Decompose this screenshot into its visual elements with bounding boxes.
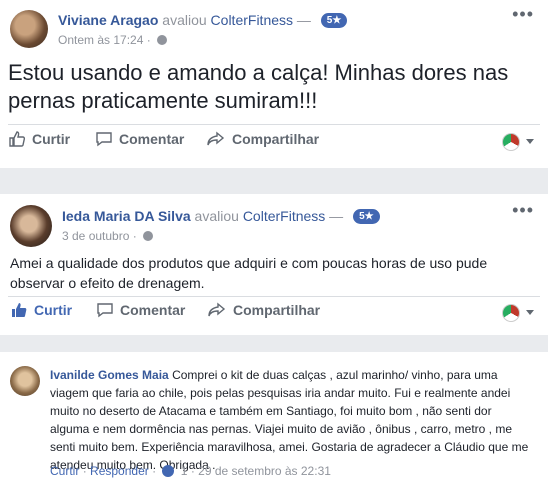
share-icon: [207, 131, 225, 146]
comment-bubble: Ivanilde Gomes Maia Comprei o kit de dua…: [50, 366, 530, 474]
timestamp[interactable]: 3 de outubro: [62, 229, 129, 243]
separator: ·: [82, 464, 87, 478]
comment-author[interactable]: Ivanilde Gomes Maia: [50, 368, 169, 382]
comment-button[interactable]: Comentar: [95, 130, 184, 148]
share-label: Compartilhar: [233, 302, 321, 318]
comment-text: Comprei o kit de duas calças , azul mari…: [50, 368, 529, 472]
comment-timestamp[interactable]: 29 de setembro às 22:31: [198, 464, 331, 478]
like-count[interactable]: 1: [181, 464, 188, 478]
comment-reply-link[interactable]: Responder: [90, 464, 149, 478]
share-icon: [208, 302, 226, 317]
separator: ·: [152, 464, 157, 478]
separator: ·: [132, 229, 137, 243]
review-verb: avaliou: [194, 208, 239, 224]
chevron-down-icon[interactable]: [526, 139, 534, 144]
dash: —: [296, 12, 311, 28]
avatar[interactable]: [10, 366, 40, 396]
review-text: Estou usando e amando a calça! Minhas do…: [8, 60, 509, 113]
comment-icon: [97, 303, 113, 318]
reactor-avatar[interactable]: [502, 304, 520, 322]
divider: [8, 296, 540, 297]
timestamp[interactable]: Ontem às 17:24: [58, 33, 143, 47]
reactor-avatar[interactable]: [502, 133, 520, 151]
divider: [8, 124, 540, 125]
review-text: Amei a qualidade dos produtos que adquir…: [10, 255, 488, 291]
dash: —: [329, 208, 344, 224]
author-name[interactable]: Viviane Aragao: [58, 12, 158, 28]
like-button[interactable]: Curtir: [8, 130, 70, 148]
avatar[interactable]: [10, 205, 52, 247]
author-name[interactable]: Ieda Maria DA Silva: [62, 208, 191, 224]
like-count-icon: [162, 465, 175, 477]
chevron-down-icon[interactable]: [526, 310, 534, 315]
like-label: Curtir: [34, 302, 73, 318]
comment-icon: [96, 132, 112, 147]
share-button[interactable]: Compartilhar: [206, 130, 319, 148]
globe-icon: [143, 231, 154, 241]
comment-label: Comentar: [120, 302, 186, 318]
review-verb: avaliou: [162, 12, 207, 28]
comment-like-link[interactable]: Curtir: [50, 464, 79, 478]
action-bar: Curtir Comentar Compartilhar: [0, 301, 548, 329]
thumbs-up-icon: [9, 131, 26, 147]
more-options-icon[interactable]: •••: [512, 200, 534, 221]
comment-button[interactable]: Comentar: [96, 301, 185, 319]
rating-badge: 5★: [353, 209, 380, 224]
share-label: Compartilhar: [232, 131, 320, 147]
review-card-1: Viviane Aragao avaliou ColterFitness — 5…: [0, 0, 548, 168]
separator: ·: [190, 464, 195, 478]
like-button[interactable]: Curtir: [10, 301, 72, 319]
more-options-icon[interactable]: •••: [512, 4, 534, 25]
comment-card: Ivanilde Gomes Maia Comprei o kit de dua…: [0, 352, 548, 503]
globe-icon: [157, 35, 168, 45]
avatar[interactable]: [10, 10, 48, 48]
like-label: Curtir: [32, 131, 71, 147]
comment-actions: Curtir · Responder · 1 · 29 de setembro …: [50, 464, 331, 478]
separator: ·: [146, 33, 151, 47]
page-name[interactable]: ColterFitness: [211, 12, 293, 28]
action-bar: Curtir Comentar Compartilhar: [0, 130, 548, 158]
page-name[interactable]: ColterFitness: [243, 208, 325, 224]
thumbs-up-icon: [12, 303, 27, 317]
comment-label: Comentar: [119, 131, 185, 147]
share-button[interactable]: Compartilhar: [207, 301, 320, 319]
rating-badge: 5★: [320, 13, 348, 28]
